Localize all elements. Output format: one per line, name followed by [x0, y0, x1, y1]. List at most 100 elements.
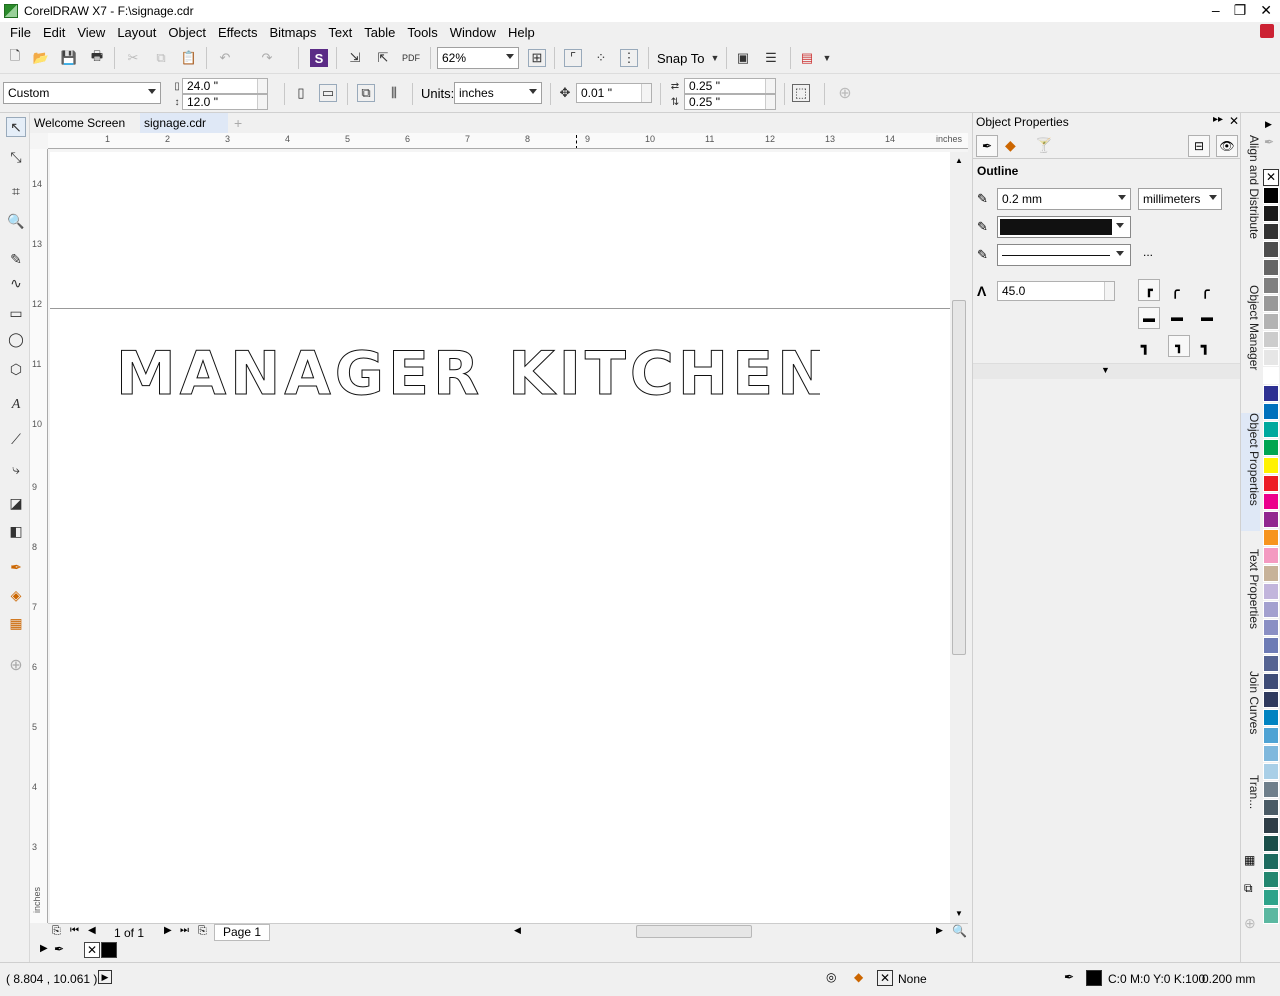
zoom-tool-icon[interactable]: 🔍 [6, 211, 26, 231]
menu-text[interactable]: Text [322, 25, 358, 40]
duplicate-y-field[interactable]: 0.25 " [684, 94, 776, 110]
palette-swatch[interactable] [1263, 349, 1279, 366]
fill-info-icon[interactable]: ◎ [826, 970, 836, 984]
eyedropper-icon[interactable]: ✒ [54, 942, 64, 956]
palette-scroll-icon[interactable]: ▶ [1265, 119, 1272, 130]
shape-tool-icon[interactable]: ⤡ [6, 147, 26, 167]
transparency-tab-icon[interactable]: 🍸 [1035, 137, 1052, 154]
menu-table[interactable]: Table [358, 25, 401, 40]
docker-expand-icon[interactable]: ▸▸ [1213, 114, 1223, 125]
last-page-icon[interactable]: ⏭ [180, 925, 189, 936]
vertical-ruler[interactable]: 14 13 12 11 10 9 8 7 6 5 4 3 inches [30, 149, 48, 923]
outline-width-select[interactable]: 0.2 mm [997, 188, 1131, 210]
palette-swatch[interactable] [1263, 421, 1279, 438]
palette-swatch[interactable]: ✕ [1263, 169, 1279, 186]
tab-object-manager[interactable]: Object Manager [1241, 285, 1261, 395]
centered-position-icon[interactable]: ┓ [1168, 335, 1190, 357]
menu-object[interactable]: Object [162, 25, 212, 40]
expand-chevron-down-icon[interactable]: ▼ [1101, 365, 1110, 375]
scroll-left-icon[interactable]: ◀ [514, 925, 521, 936]
menu-effects[interactable]: Effects [212, 25, 264, 40]
page-width-field[interactable]: 24.0 " [182, 78, 268, 94]
corel-connect-icon[interactable]: S [310, 49, 328, 67]
horizontal-ruler[interactable]: 1 2 3 4 5 6 7 8 9 10 11 12 13 14 inches [48, 133, 968, 149]
polygon-tool-icon[interactable]: ⬡ [6, 359, 26, 379]
redo-icon[interactable]: ↷ [258, 49, 276, 67]
status-play-icon[interactable]: ▶ [98, 970, 112, 984]
eyedropper-tool-icon[interactable]: ✒ [6, 557, 26, 577]
zoom-level-select[interactable]: 62% [437, 47, 519, 69]
publish-pdf-icon[interactable]: PDF [402, 49, 420, 67]
rectangle-tool-icon[interactable]: ▭ [6, 303, 26, 323]
palette-swatch[interactable] [1263, 205, 1279, 222]
snap-to-dropdown[interactable]: Snap To [657, 51, 704, 66]
outline-style-select[interactable] [997, 244, 1131, 266]
minimize-button[interactable]: – [1212, 2, 1220, 19]
palette-swatch[interactable] [1263, 367, 1279, 384]
miter-corner-icon[interactable]: ┏ [1138, 279, 1160, 301]
palette-expand-icon[interactable]: ▶ [40, 943, 48, 954]
palette-swatch[interactable] [1263, 835, 1279, 852]
round-cap-icon[interactable]: ▬ [1171, 310, 1183, 324]
expand-section-bar[interactable]: ▼ [973, 363, 1241, 379]
new-tab-plus-icon[interactable]: + [230, 113, 246, 133]
menu-view[interactable]: View [71, 25, 111, 40]
palette-swatch[interactable] [1263, 853, 1279, 870]
nudge-distance-field[interactable]: 0.01 " [576, 83, 652, 103]
launcher-chevron-down-icon[interactable]: ▼ [818, 49, 836, 67]
palette-swatch[interactable] [1263, 601, 1279, 618]
insert-page-after-icon[interactable]: ⎘ [198, 925, 207, 938]
page-size-select[interactable]: Custom [3, 82, 161, 104]
next-page-icon[interactable]: ▶ [164, 925, 172, 936]
palette-swatch[interactable] [1263, 781, 1279, 798]
copy-icon[interactable]: ⧉ [152, 49, 170, 67]
outline-units-select[interactable]: millimeters [1138, 188, 1222, 210]
palette-swatch[interactable] [1263, 259, 1279, 276]
pick-tool-icon[interactable]: ↖ [6, 117, 26, 137]
connector-tool-icon[interactable]: ⤷ [6, 459, 26, 479]
quick-customize-icon[interactable]: ⊕ [836, 84, 854, 102]
landscape-icon[interactable]: ▭ [319, 84, 337, 102]
palette-eyedropper-icon[interactable]: ✒ [1264, 135, 1274, 149]
miter-limit-field[interactable]: 45.0 [997, 281, 1115, 301]
vertical-scroll-thumb[interactable] [952, 300, 966, 655]
import-icon[interactable]: ⇲ [346, 49, 364, 67]
palette-swatch[interactable] [1263, 457, 1279, 474]
new-document-icon[interactable]: 🗋 [6, 48, 24, 67]
palette-swatch[interactable] [1263, 241, 1279, 258]
docker-close-icon[interactable]: ✕ [1229, 114, 1239, 128]
page-height-field[interactable]: 12.0 " [182, 94, 268, 110]
options-icon[interactable]: ☰ [762, 49, 780, 67]
zoom-to-page-icon[interactable]: ⊞ [528, 49, 546, 67]
palette-swatch[interactable] [1263, 223, 1279, 240]
palette-swatch[interactable] [1263, 313, 1279, 330]
add-docker-icon[interactable]: ⊕ [1244, 915, 1256, 932]
artistic-media-tool-icon[interactable]: ∿ [6, 273, 26, 293]
menu-help[interactable]: Help [502, 25, 541, 40]
palette-swatch[interactable] [1263, 889, 1279, 906]
insert-page-before-icon[interactable]: ⎘ [52, 925, 61, 938]
all-pages-icon[interactable]: ⧉ [357, 84, 375, 102]
tab-object-properties[interactable]: Object Properties [1241, 413, 1261, 531]
palette-swatch[interactable] [1263, 619, 1279, 636]
drawing-page[interactable] [50, 152, 950, 923]
palette-swatch[interactable] [1263, 565, 1279, 582]
show-rulers-icon[interactable]: ⌜ [564, 49, 582, 67]
navigator-zoom-icon[interactable]: 🔍 [952, 924, 967, 938]
freehand-tool-icon[interactable]: ✎ [6, 249, 26, 269]
tab-welcome-screen[interactable]: Welcome Screen [30, 113, 136, 133]
snap-to-chevron-down-icon[interactable]: ▼ [706, 49, 724, 67]
palette-swatch[interactable] [1263, 799, 1279, 816]
palette-swatch[interactable] [1263, 709, 1279, 726]
previous-page-icon[interactable]: ◀ [88, 925, 96, 936]
docker-layout-icon[interactable]: ⧉ [1244, 881, 1253, 896]
tab-align-and-distribute[interactable]: Align and Distribute [1241, 135, 1261, 265]
cut-icon[interactable]: ✂ [124, 49, 142, 67]
units-select[interactable]: inches [454, 82, 542, 104]
palette-swatch[interactable] [1263, 511, 1279, 528]
text-tool-icon[interactable]: A [6, 395, 26, 415]
palette-swatch[interactable] [1263, 583, 1279, 600]
menu-bitmaps[interactable]: Bitmaps [263, 25, 322, 40]
square-cap-icon[interactable]: ▬ [1201, 310, 1213, 324]
inside-position-icon[interactable]: ┓ [1201, 338, 1209, 355]
